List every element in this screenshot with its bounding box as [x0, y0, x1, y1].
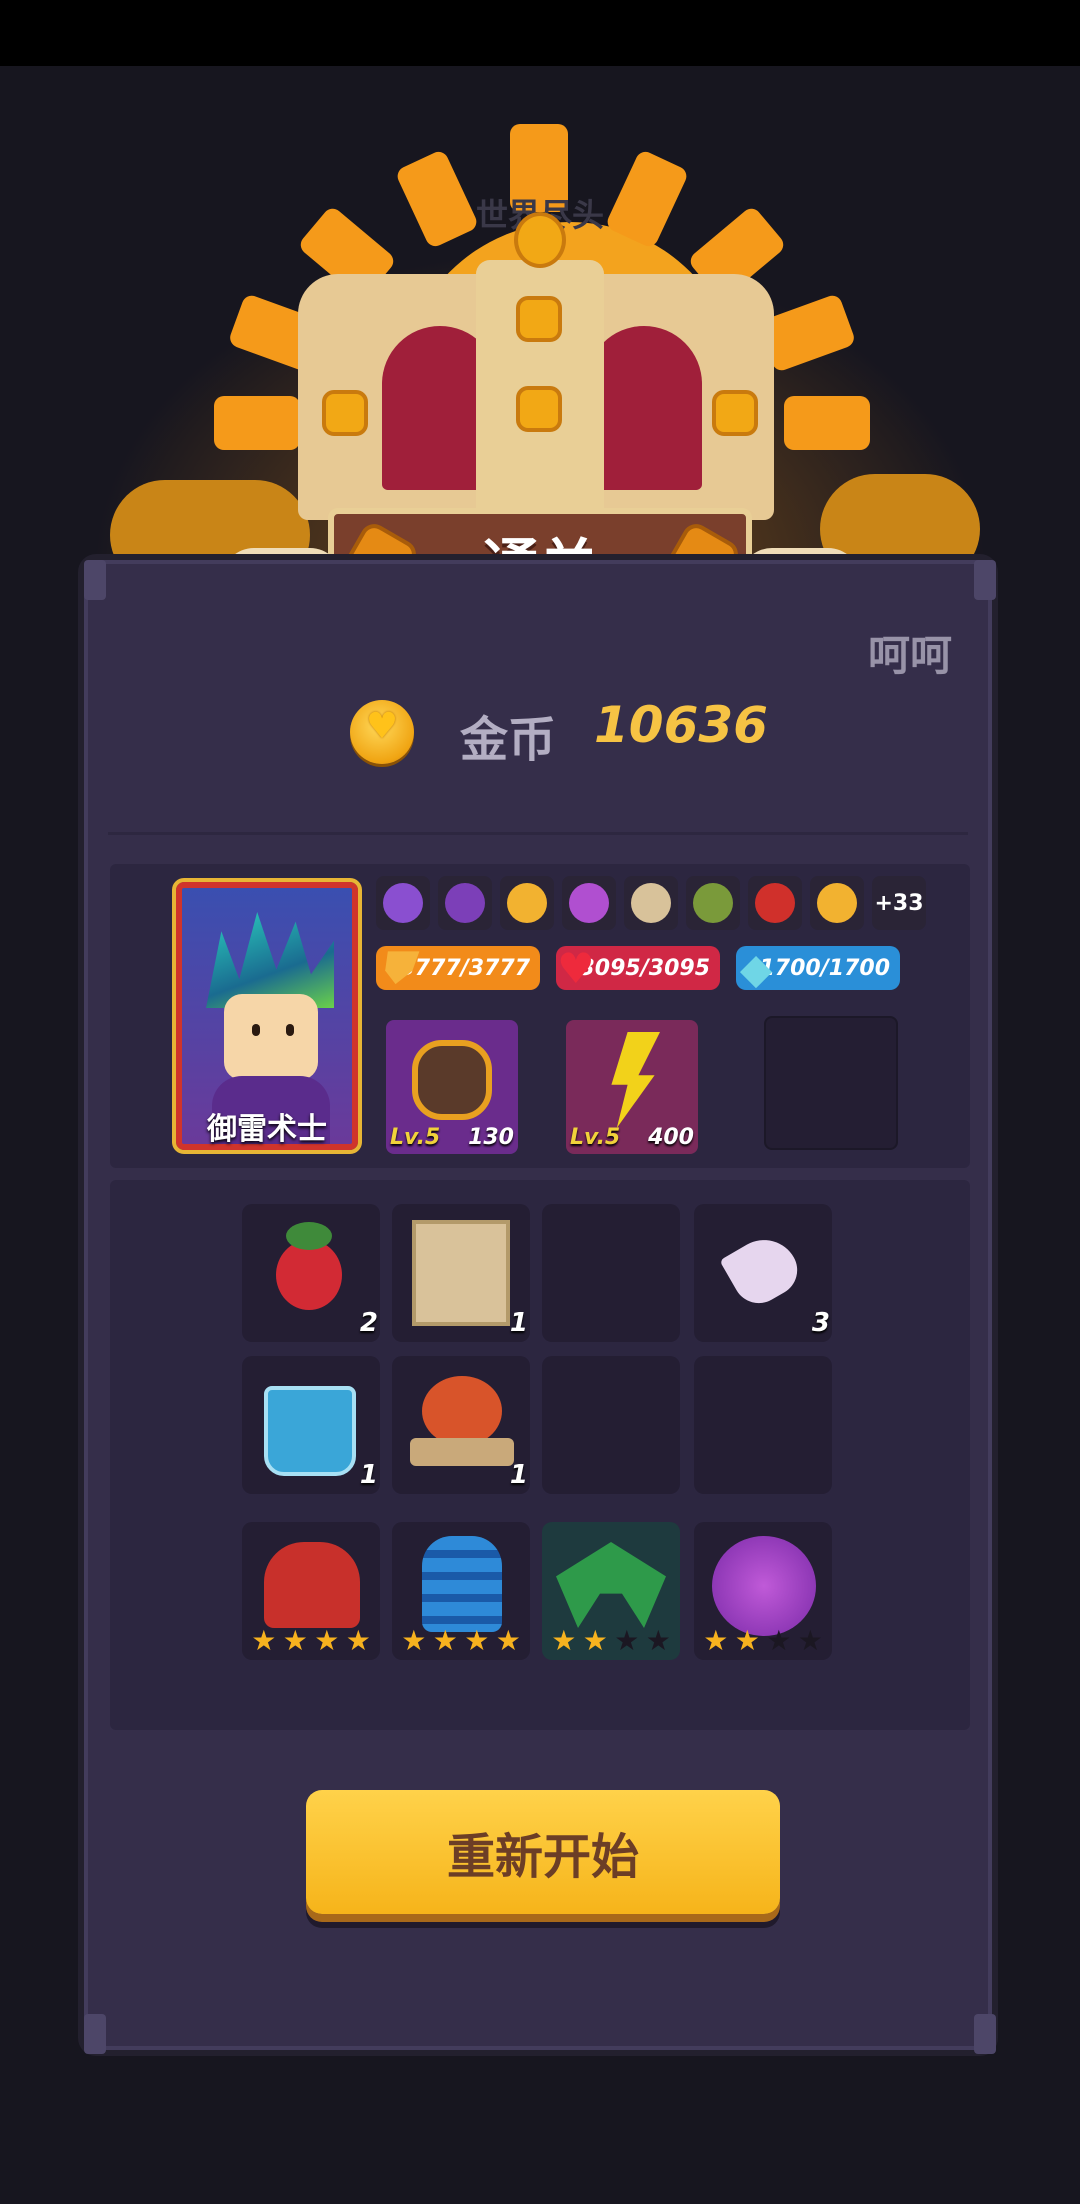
restart-button[interactable]: 重新开始	[306, 1790, 780, 1914]
item-count: 1	[359, 1460, 378, 1490]
panel-corner	[84, 2014, 106, 2054]
lightning-strike-icon	[611, 1032, 660, 1128]
drink-cup-icon	[264, 1386, 356, 1476]
skill-level: Lv.5	[570, 1125, 621, 1150]
coin-icon	[350, 700, 414, 764]
plate	[410, 1438, 514, 1466]
star-rating: ★ ★ ★ ★	[703, 1624, 823, 1657]
coin-reward-row: 金币 10636	[88, 694, 988, 774]
radish-icon	[276, 1240, 342, 1310]
hp-stat: ♥ 3095/3095	[556, 944, 720, 993]
equipment-slot[interactable]: ★ ★ ★ ★	[242, 1522, 380, 1660]
hero-eye	[286, 1024, 294, 1036]
thumbs-up-icon[interactable]	[810, 876, 864, 930]
crown-gem	[516, 386, 562, 432]
panel-corner	[974, 2014, 996, 2054]
more-badges-button[interactable]: +33	[872, 876, 926, 930]
inventory-slot[interactable]: 1	[392, 1204, 530, 1342]
item-count: 3	[811, 1308, 830, 1338]
game-result-screen: { "header": { "faded_text": "世界尽头" }, "r…	[0, 0, 1080, 2204]
roast-chicken-icon	[422, 1376, 502, 1446]
item-count: 1	[509, 1308, 528, 1338]
star-rating: ★ ★ ★ ★	[251, 1624, 371, 1657]
equipment-slot[interactable]: ★ ★ ★ ★	[542, 1522, 680, 1660]
coin-value: 10636	[594, 696, 768, 754]
inventory-slot-empty[interactable]	[694, 1356, 832, 1494]
skill-slot-1[interactable]: Lv.5 130	[386, 1020, 518, 1154]
spellbook-icon[interactable]	[562, 876, 616, 930]
radish-leaf	[286, 1222, 332, 1250]
crystal-icon: ◆	[739, 943, 773, 993]
skill-slot-empty[interactable]	[764, 1016, 898, 1150]
star-rating: ★ ★ ★ ★	[401, 1624, 521, 1657]
thunder-fist-icon	[412, 1040, 492, 1120]
knife-icon	[719, 1227, 807, 1313]
helmet-icon[interactable]	[748, 876, 802, 930]
inventory-slot[interactable]: 1	[392, 1356, 530, 1494]
hood-mask-icon[interactable]	[438, 876, 492, 930]
potion-icon[interactable]	[500, 876, 554, 930]
heart-icon: ♥	[557, 943, 595, 993]
branch-icon[interactable]	[686, 876, 740, 930]
skill-value: 400	[648, 1125, 694, 1150]
inventory-slot[interactable]: 3	[694, 1204, 832, 1342]
hero-section: 御雷术士 +33 ⛊ 3777/3777 ♥ 3095/3095 ◆ 1700/…	[110, 864, 970, 1168]
shield-icon: ⛊	[380, 943, 412, 992]
equipment-slot[interactable]: ★ ★ ★ ★	[392, 1522, 530, 1660]
skill-value: 130	[468, 1125, 514, 1150]
wanted-poster-icon	[412, 1220, 510, 1326]
divider	[108, 832, 968, 835]
skill-level: Lv.5	[390, 1125, 441, 1150]
item-count: 2	[359, 1308, 378, 1338]
star-rating: ★ ★ ★ ★	[551, 1624, 671, 1657]
red-helmet-icon	[264, 1542, 360, 1628]
crown-orb	[514, 212, 566, 268]
blue-tower-icon	[422, 1536, 502, 1632]
equipment-slot[interactable]: ★ ★ ★ ★	[694, 1522, 832, 1660]
crown-gem	[322, 390, 368, 436]
inventory-slot-empty[interactable]	[542, 1356, 680, 1494]
player-name: 呵呵	[867, 631, 952, 680]
item-count: 1	[509, 1460, 528, 1490]
crossbow-icon	[556, 1542, 666, 1628]
status-bar	[0, 0, 1080, 66]
hero-name: 御雷术士	[207, 1112, 327, 1147]
crown-gem	[712, 390, 758, 436]
scroll-map-icon[interactable]	[624, 876, 678, 930]
hero-face	[224, 994, 318, 1080]
armor-stat: ⛊ 3777/3777	[376, 943, 540, 992]
inventory-slot[interactable]: 2	[242, 1204, 380, 1342]
crown-gem	[516, 296, 562, 342]
sun-ray	[214, 396, 300, 450]
panel-corner	[974, 560, 996, 600]
mana-stat: ◆ 1700/1700	[736, 944, 900, 993]
inventory-slot[interactable]: 1	[242, 1356, 380, 1494]
hero-eye	[252, 1024, 260, 1036]
coin-label: 金币	[460, 712, 557, 768]
skill-slot-2[interactable]: Lv.5 400	[566, 1020, 698, 1154]
inventory-slot-empty[interactable]	[542, 1204, 680, 1342]
medal-icon[interactable]	[376, 876, 430, 930]
inventory-section: 2 1 3 1 1 ★ ★ ★ ★ ★ ★ ★ ★ ★ ★ ★ ★ ★ ★ ★ …	[110, 1180, 970, 1730]
angel-girl-icon	[712, 1536, 816, 1636]
sun-ray	[784, 396, 870, 450]
panel-corner	[84, 560, 106, 600]
result-panel: 呵呵 金币 10636 御雷术士	[84, 560, 992, 2050]
